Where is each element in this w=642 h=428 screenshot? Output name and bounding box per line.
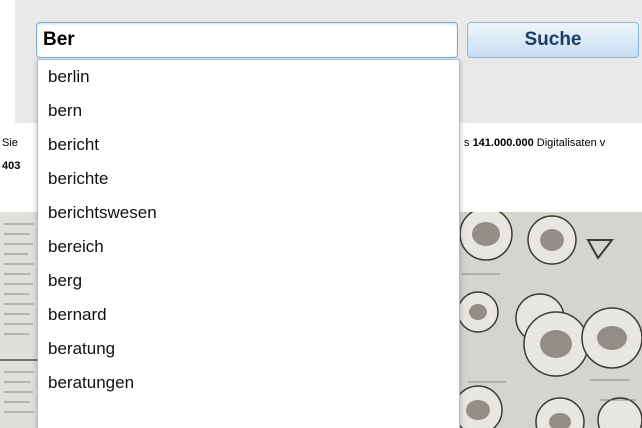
suggestion-item[interactable]: beratungen [38,366,459,400]
suggestion-item[interactable]: berichtswesen [38,196,459,230]
suggestion-item[interactable]: berichte [38,162,459,196]
suggestion-item[interactable]: beratung [38,332,459,366]
suggestion-item[interactable]: bericht [38,128,459,162]
search-input[interactable] [36,22,458,58]
page: Suche Sie 403 s 141.000.000 Digitalisate… [0,0,642,428]
suggestion-list: berlin bern bericht berichte berichtswes… [37,59,460,428]
search-button[interactable]: Suche [467,22,639,58]
suggestion-item[interactable]: berlin [38,60,459,94]
info-suffix: s 141.000.000 Digitalisaten v [464,137,606,149]
suggestion-item[interactable]: berg [38,264,459,298]
info-suffix-text: Digitalisaten v [533,137,606,149]
suggestion-item[interactable]: bereich [38,230,459,264]
info-prefix: Sie [2,137,18,149]
digitized-count: 141.000.000 [472,137,534,149]
suggestion-item[interactable]: bern [38,94,459,128]
info-count: 403 [2,160,21,172]
suggestion-item[interactable]: bernard [38,298,459,332]
